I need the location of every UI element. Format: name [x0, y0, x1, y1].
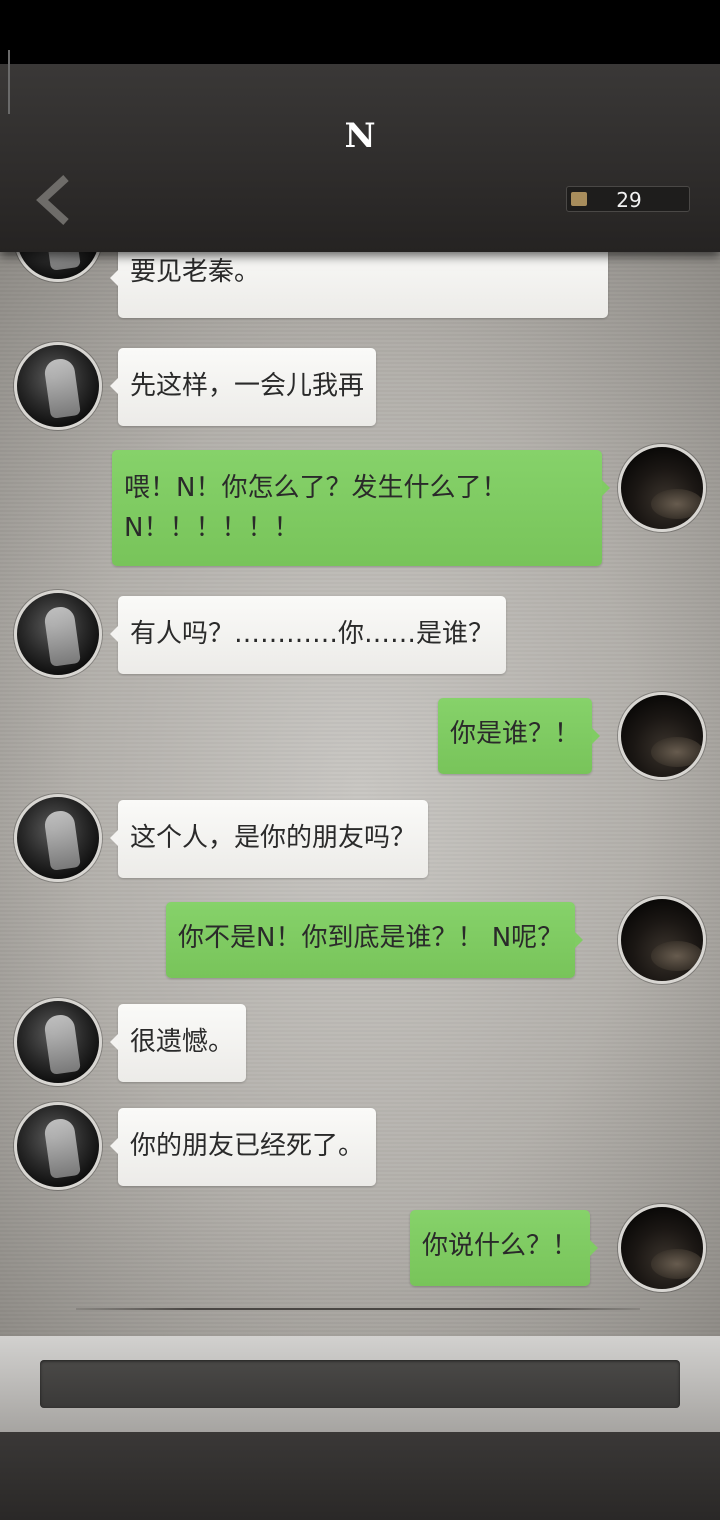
reply-input-field[interactable] — [40, 1360, 680, 1408]
message-text: 这个人，是你的朋友吗？ — [130, 823, 417, 853]
message-bubble-outgoing: 喂！N！你怎么了？发生什么了！ N！！！！！！ — [112, 450, 610, 566]
contact-avatar[interactable] — [14, 1102, 102, 1190]
message-text-line: 喂！N！你怎么了？发生什么了！ — [124, 473, 508, 503]
message-text-line: N！！！！！！ — [124, 513, 300, 543]
user-avatar[interactable] — [618, 896, 706, 984]
message-text: 有人吗？…………你……是谁？ — [130, 619, 495, 649]
text-cursor — [8, 50, 10, 114]
message-bubble-incoming: 有人吗？…………你……是谁？ — [109, 596, 507, 674]
currency-counter: 29 — [566, 186, 690, 212]
contact-avatar[interactable] — [14, 252, 102, 282]
message-text: 很遗憾。 — [130, 1027, 235, 1057]
user-avatar[interactable] — [618, 1204, 706, 1292]
chat-header — [0, 64, 720, 252]
message-bubble-incoming: 这个人，是你的朋友吗？ — [109, 800, 429, 878]
bottom-panel — [0, 1432, 720, 1520]
message-text: 要见老秦。 — [130, 257, 261, 287]
message-text: 你不是N！你到底是谁？！ N呢？ — [178, 923, 564, 953]
back-button[interactable] — [30, 172, 80, 228]
contact-avatar[interactable] — [14, 590, 102, 678]
divider — [76, 1308, 640, 1310]
chat-title: N — [344, 116, 376, 156]
message-bubble-incoming: 先这样，一会儿我再 — [109, 348, 377, 426]
message-bubble-incoming: 要见老秦。 — [110, 252, 608, 318]
message-bubble-incoming: 你的朋友已经死了。 — [109, 1108, 377, 1186]
contact-avatar[interactable] — [14, 794, 102, 882]
message-text: 你说什么？！ — [422, 1231, 579, 1261]
message-bubble-incoming: 很遗憾。 — [109, 1004, 247, 1082]
input-bar — [0, 1336, 720, 1432]
counter-value: 29 — [616, 188, 642, 212]
chevron-left-icon — [36, 175, 69, 225]
coin-icon — [571, 192, 587, 206]
message-bubble-outgoing: 你说什么？！ — [410, 1210, 599, 1286]
message-bubble-outgoing: 你不是N！你到底是谁？！ N呢？ — [166, 902, 584, 978]
message-text: 先这样，一会儿我再 — [130, 371, 365, 401]
contact-avatar[interactable] — [14, 342, 102, 430]
user-avatar[interactable] — [618, 444, 706, 532]
user-avatar[interactable] — [618, 692, 706, 780]
message-text: 你是谁？！ — [450, 719, 581, 749]
message-text: 你的朋友已经死了。 — [130, 1131, 365, 1161]
message-list[interactable]: 要见老秦。 先这样，一会儿我再 喂！N！你怎么了？发生什么了！ N！！！！！！ … — [0, 252, 720, 1336]
status-bar — [0, 0, 720, 64]
message-bubble-outgoing: 你是谁？！ — [438, 698, 601, 774]
contact-avatar[interactable] — [14, 998, 102, 1086]
